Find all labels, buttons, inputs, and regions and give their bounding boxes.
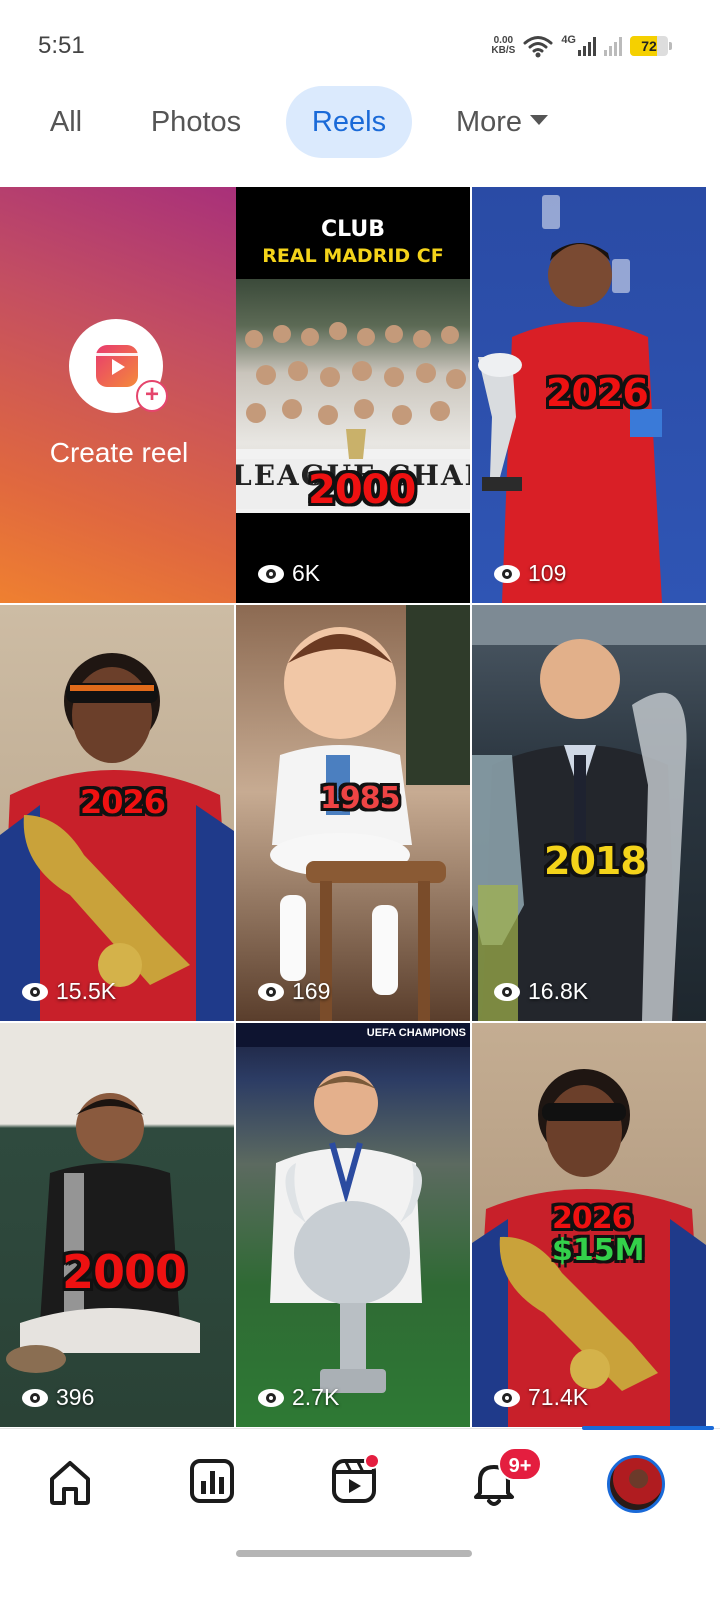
view-count-value: 71.4K	[528, 1384, 589, 1410]
reels-grid: + Create reel CLUB REAL MADRID CF LEAGUE…	[0, 187, 720, 1427]
tab-more-label: More	[455, 106, 523, 138]
home-icon	[50, 1461, 90, 1505]
coach-photo	[472, 605, 706, 1021]
tab-all[interactable]: All	[30, 86, 102, 158]
reel-money-overlay: $15M	[552, 1233, 645, 1268]
reel-thumbnail[interactable]: 1985 169	[236, 605, 470, 1021]
reel-overlay-text: CLUB	[320, 217, 385, 242]
bottom-navigation: 9+	[0, 1426, 720, 1548]
gesture-home-bar[interactable]	[236, 1550, 472, 1557]
view-count: 2.7K	[258, 1384, 339, 1411]
status-time: 5:51	[38, 32, 85, 59]
battery-level: 72	[641, 38, 657, 54]
tab-photos[interactable]: Photos	[134, 86, 258, 158]
eye-icon	[258, 982, 284, 1001]
profile-avatar[interactable]	[607, 1455, 665, 1513]
view-count: 16.8K	[494, 978, 588, 1005]
view-count-value: 169	[292, 978, 331, 1004]
reel-year-overlay: 2000	[62, 1245, 187, 1299]
eye-icon	[258, 1388, 284, 1407]
tab-more[interactable]: More	[440, 86, 564, 158]
reel-overlay-text: REAL MADRID CF	[262, 245, 444, 267]
view-count-value: 2.7K	[292, 1384, 340, 1410]
eye-icon	[494, 982, 520, 1001]
view-count: 6K	[258, 560, 320, 587]
reel-year-overlay: 1985	[320, 781, 400, 816]
caret-down-icon	[530, 115, 549, 126]
notifications-badge: 9+	[498, 1447, 542, 1481]
eye-icon	[258, 564, 284, 583]
plus-icon: +	[136, 380, 168, 412]
create-reel-card[interactable]: + Create reel	[0, 187, 238, 603]
view-count: 396	[22, 1384, 94, 1411]
status-bar: 5:51 0.00 KB/S 4G 72	[0, 0, 720, 92]
nav-dashboard[interactable]	[182, 1451, 242, 1511]
reel-year-overlay: 2000	[308, 467, 416, 513]
reel-year-overlay: 2026	[546, 371, 649, 415]
stats-icon	[190, 1459, 234, 1503]
reel-thumbnail[interactable]: CLUB REAL MADRID CF LEAGUE CHAMPIONS 200…	[236, 187, 470, 603]
nav-notifications[interactable]: 9+	[464, 1447, 542, 1511]
view-count-value: 16.8K	[528, 978, 589, 1004]
signal-strength-icon	[578, 36, 596, 56]
status-icons: 0.00 KB/S 4G 72	[491, 34, 672, 58]
view-count: 109	[494, 560, 566, 587]
reels-notification-dot	[364, 1453, 380, 1469]
network-type: 4G	[561, 34, 576, 46]
view-count: 71.4K	[494, 1384, 588, 1411]
player-trophy-photo	[270, 1071, 422, 1393]
view-count-value: 15.5K	[56, 978, 117, 1004]
reel-thumbnail[interactable]: 2026 109	[472, 187, 706, 603]
wifi-icon	[523, 36, 553, 58]
nav-home[interactable]	[40, 1451, 100, 1511]
view-count-value: 6K	[292, 560, 321, 586]
eye-icon	[22, 1388, 48, 1407]
view-count-value: 396	[56, 1384, 95, 1410]
eye-icon	[494, 564, 520, 583]
reel-year-overlay: 2018	[544, 839, 647, 883]
active-tab-indicator	[582, 1426, 714, 1430]
signal-strength-2-icon	[604, 36, 622, 56]
create-reel-label: Create reel	[49, 437, 189, 468]
eye-icon	[22, 982, 48, 1001]
view-count: 169	[258, 978, 330, 1005]
view-count: 15.5K	[22, 978, 116, 1005]
reel-year-overlay: 2026	[552, 1201, 632, 1236]
reel-thumbnail[interactable]: 2026 $15M 71.4K	[472, 1023, 706, 1427]
reel-thumbnail[interactable]: UEFA CHAMPIONS 2.7K	[236, 1023, 470, 1427]
reel-year-overlay: 2026	[80, 783, 166, 821]
reel-thumbnail[interactable]: 2026 15.5K	[0, 605, 234, 1021]
view-count-value: 109	[528, 560, 567, 586]
nav-reels[interactable]	[324, 1451, 384, 1511]
battery-icon: 72	[630, 36, 668, 56]
eye-icon	[494, 1388, 520, 1407]
network-speed: 0.00 KB/S	[491, 35, 516, 56]
tab-reels[interactable]: Reels	[286, 86, 412, 158]
child-photo	[6, 1093, 200, 1373]
reel-thumbnail[interactable]: 2000 396	[0, 1023, 234, 1427]
filter-tabs: All Photos Reels More	[0, 86, 720, 158]
reel-thumbnail[interactable]: 2018 16.8K	[472, 605, 706, 1021]
